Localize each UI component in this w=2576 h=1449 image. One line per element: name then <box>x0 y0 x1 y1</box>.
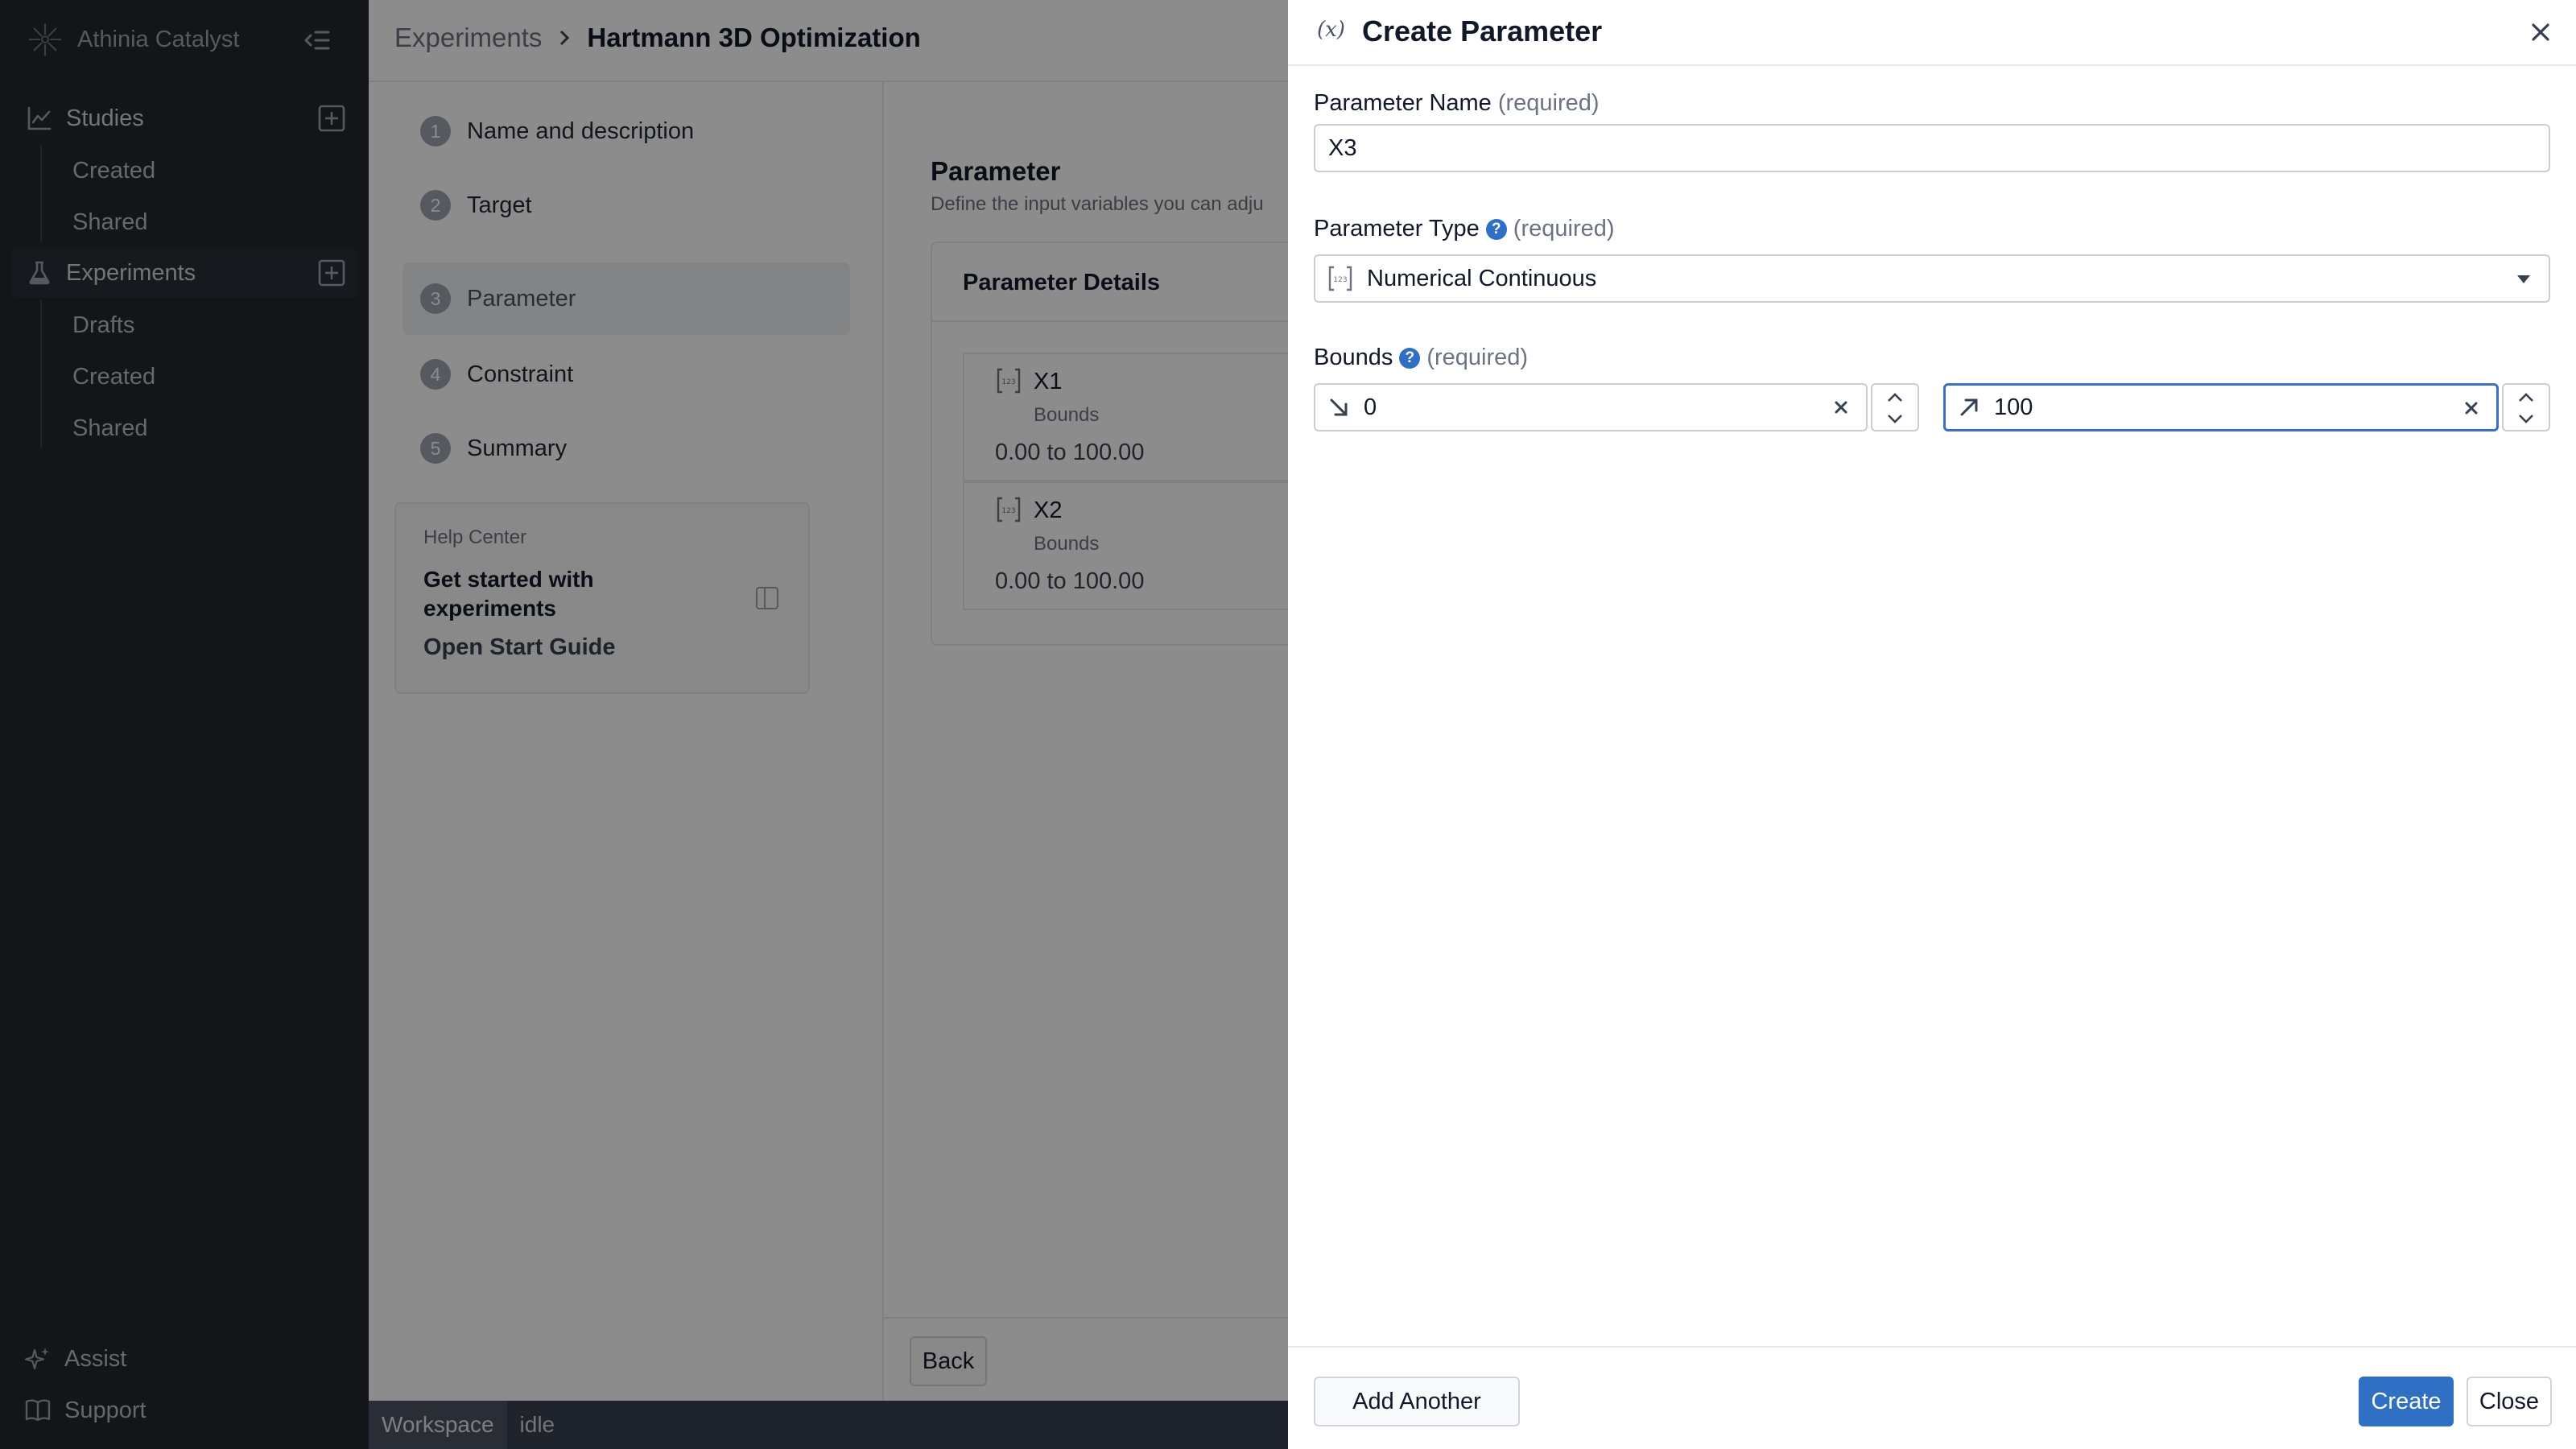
svg-text:123: 123 <box>1333 276 1347 284</box>
help-icon[interactable]: ? <box>1399 347 1421 369</box>
lower-bound-value: 0 <box>1364 394 1377 420</box>
dialog-header: (x) Create Parameter <box>1288 0 2576 66</box>
help-icon[interactable]: ? <box>1485 218 1507 240</box>
upper-bound-stepper[interactable] <box>2502 383 2550 431</box>
parameter-name-label: Parameter Name (required) <box>1314 90 1600 117</box>
caret-down-icon <box>2517 275 2530 283</box>
variable-icon: (x) <box>1317 18 1345 42</box>
required-hint: (required) <box>1513 216 1615 242</box>
create-button[interactable]: Create <box>2359 1377 2454 1426</box>
bounds-label: Bounds ? (required) <box>1314 345 1528 371</box>
parameter-type-select[interactable]: 123 Numerical Continuous <box>1314 254 2550 303</box>
arrow-down-right-icon <box>1330 398 1348 416</box>
chevron-up-icon[interactable] <box>2516 391 2536 404</box>
field-label: Parameter Type <box>1314 216 1480 242</box>
close-icon[interactable] <box>2526 18 2555 47</box>
required-hint: (required) <box>1497 90 1600 116</box>
parameter-name-input[interactable]: X3 <box>1314 124 2550 172</box>
chevron-up-icon[interactable] <box>1885 391 1905 404</box>
numeric-type-icon: 123 <box>1328 266 1352 291</box>
arrow-up-right-icon <box>1960 398 1978 416</box>
selected-type: Numerical Continuous <box>1367 265 1597 291</box>
chevron-down-icon[interactable] <box>1885 412 1905 425</box>
add-another-button[interactable]: Add Another <box>1314 1377 1520 1426</box>
parameter-type-label: Parameter Type ? (required) <box>1314 216 1615 242</box>
lower-bound-stepper[interactable] <box>1871 383 1919 431</box>
dialog-title: Create Parameter <box>1362 14 1603 47</box>
field-label: Bounds <box>1314 345 1393 370</box>
chevron-down-icon[interactable] <box>2516 412 2536 425</box>
modal-backdrop[interactable] <box>0 0 1288 1449</box>
create-parameter-dialog: (x) Create Parameter Parameter Name (req… <box>1288 0 2576 1449</box>
close-button[interactable]: Close <box>2467 1377 2552 1426</box>
clear-icon[interactable] <box>1831 397 1852 418</box>
dialog-footer: Add Another Create Close <box>1288 1346 2576 1449</box>
clear-icon[interactable] <box>2461 398 2482 419</box>
upper-bound-input[interactable]: 100 <box>1943 383 2499 431</box>
required-hint: (required) <box>1426 345 1529 370</box>
field-label: Parameter Name <box>1314 90 1492 116</box>
upper-bound-value: 100 <box>1994 394 2033 420</box>
lower-bound-input[interactable]: 0 <box>1314 383 1868 431</box>
